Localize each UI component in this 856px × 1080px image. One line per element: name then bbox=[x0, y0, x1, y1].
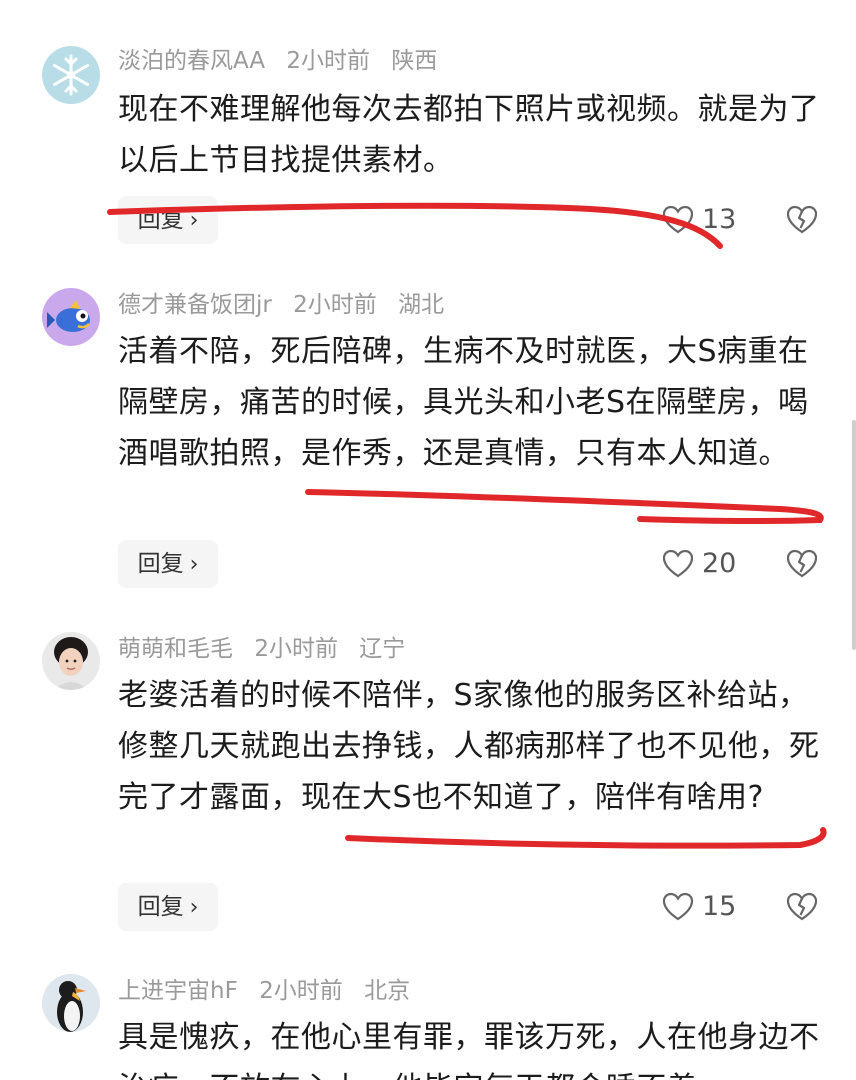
heart-icon bbox=[662, 892, 694, 921]
comment-meta: 萌萌和毛毛 2小时前 辽宁 bbox=[118, 632, 419, 666]
reply-label: 回复 bbox=[137, 551, 184, 577]
scrollbar[interactable] bbox=[852, 420, 856, 650]
broken-heart-icon bbox=[786, 549, 818, 578]
dislike-button[interactable] bbox=[786, 196, 820, 244]
heart-icon bbox=[662, 549, 694, 578]
avatar[interactable] bbox=[42, 288, 100, 346]
comment-feed: 淡泊的春风AA 2小时前 陕西 现在不难理解他每次去都拍下照片或视频。就是为了以… bbox=[0, 0, 856, 1080]
chevron-right-icon: › bbox=[189, 208, 199, 233]
chevron-right-icon: › bbox=[189, 895, 199, 920]
timestamp: 2小时前 bbox=[259, 978, 343, 1004]
person-photo-icon bbox=[42, 632, 100, 690]
comment-text: 现在不难理解他每次去都拍下照片或视频。就是为了以后上节目找提供素材。 bbox=[118, 92, 820, 178]
avatar[interactable] bbox=[42, 46, 100, 104]
chevron-right-icon: › bbox=[189, 552, 199, 577]
broken-heart-icon bbox=[786, 892, 818, 921]
username[interactable]: 淡泊的春风AA bbox=[118, 48, 265, 74]
comment-meta: 上进宇宙hF 2小时前 北京 bbox=[118, 974, 424, 1008]
like-count: 13 bbox=[702, 204, 737, 235]
like-count: 15 bbox=[702, 891, 737, 922]
avatar[interactable] bbox=[42, 974, 100, 1032]
location: 陕西 bbox=[391, 48, 438, 74]
fish-icon bbox=[42, 288, 100, 346]
snowflake-icon bbox=[42, 46, 100, 104]
username[interactable]: 萌萌和毛毛 bbox=[118, 636, 233, 662]
comment-meta: 淡泊的春风AA 2小时前 陕西 bbox=[118, 44, 451, 78]
timestamp: 2小时前 bbox=[293, 292, 377, 318]
dislike-button[interactable] bbox=[786, 540, 820, 588]
comment-text: 具是愧疚，在他心里有罪，罪该万死，人在他身边不治疗，不放在心上，他毕定每天都会睡… bbox=[118, 1020, 820, 1080]
reply-button[interactable]: 回复 › bbox=[118, 540, 218, 588]
timestamp: 2小时前 bbox=[254, 636, 338, 662]
like-button[interactable]: 13 bbox=[662, 196, 736, 244]
penguin-icon bbox=[42, 974, 100, 1032]
username[interactable]: 德才兼备饭团jr bbox=[118, 292, 272, 318]
reply-button[interactable]: 回复 › bbox=[118, 196, 218, 244]
timestamp: 2小时前 bbox=[286, 48, 371, 74]
avatar[interactable] bbox=[42, 632, 100, 690]
comment-text: 活着不陪，死后陪碑，生病不及时就医，大S病重在隔壁房，痛苦的时候，具光头和小老S… bbox=[118, 334, 809, 471]
reply-label: 回复 bbox=[137, 894, 184, 920]
like-button[interactable]: 15 bbox=[662, 883, 736, 931]
location: 湖北 bbox=[398, 292, 445, 318]
like-count: 20 bbox=[702, 548, 737, 579]
username[interactable]: 上进宇宙hF bbox=[118, 978, 238, 1004]
broken-heart-icon bbox=[786, 205, 818, 234]
comment-text: 老婆活着的时候不陪伴，S家像他的服务区补给站，修整几天就跑出去挣钱，人都病那样了… bbox=[118, 678, 820, 815]
comment-meta: 德才兼备饭团jr 2小时前 湖北 bbox=[118, 288, 458, 322]
location: 北京 bbox=[364, 978, 411, 1004]
heart-icon bbox=[662, 205, 694, 234]
dislike-button[interactable] bbox=[786, 883, 820, 931]
reply-label: 回复 bbox=[137, 207, 184, 233]
location: 辽宁 bbox=[359, 636, 406, 662]
like-button[interactable]: 20 bbox=[662, 540, 736, 588]
reply-button[interactable]: 回复 › bbox=[118, 883, 218, 931]
